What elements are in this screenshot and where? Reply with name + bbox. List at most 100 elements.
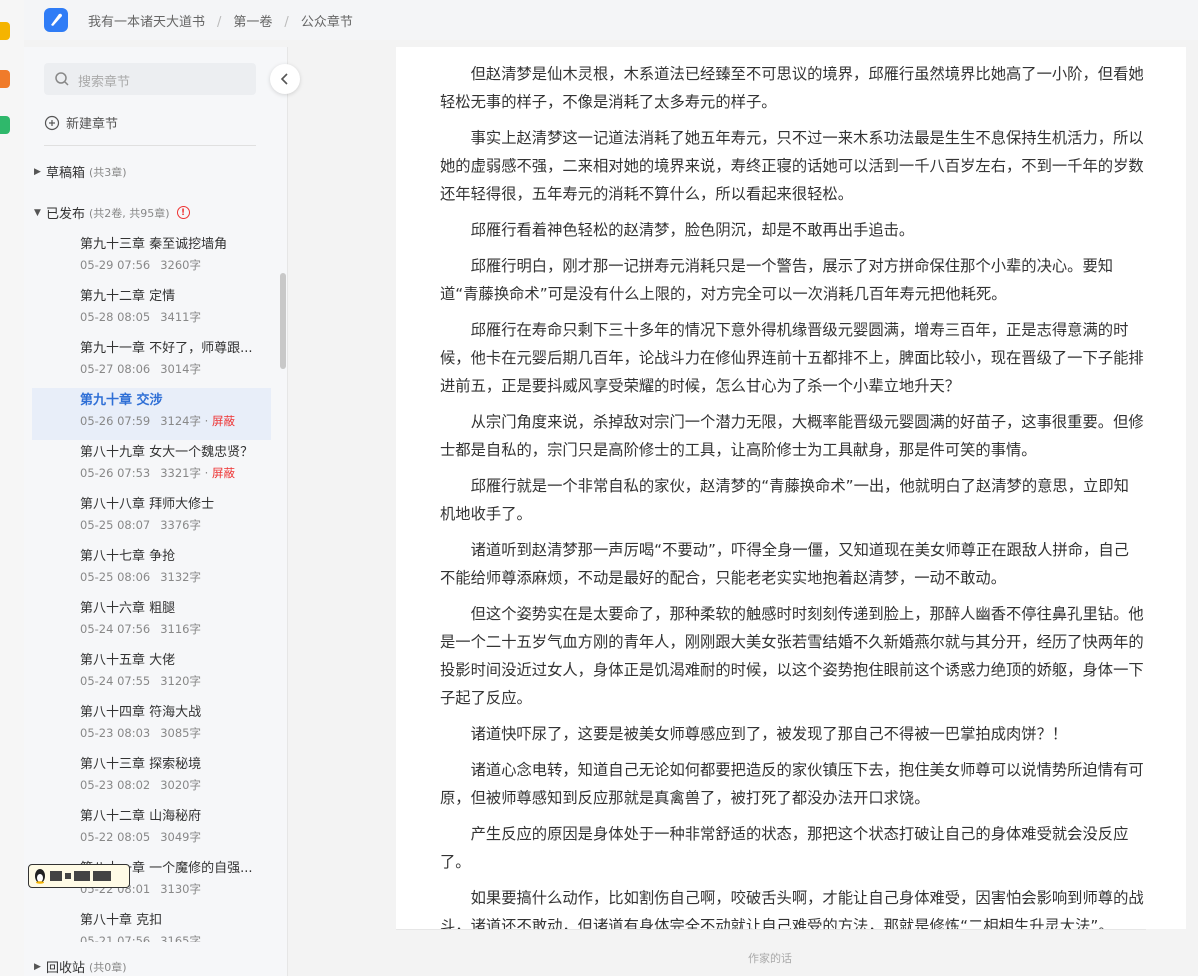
chapter-item-active[interactable]: 第九十章 交涉 05-26 07:59 3124字 · 屏蔽 (32, 388, 271, 440)
top-bar: 我有一本诸天大道书 / 第一卷 / 公众章节 (24, 0, 1198, 40)
chapter-words: 3130字 (160, 882, 201, 896)
star-app-icon[interactable] (0, 22, 10, 40)
chapter-time: 05-29 07:56 (80, 258, 151, 272)
breadcrumb-volume[interactable]: 第一卷 (233, 15, 272, 30)
chapter-sidebar: 搜索章节 新建章节 ▶ 草稿箱 (共3章) ▼ 已发布 (共2卷, 共95章) … (24, 47, 288, 976)
content-paragraph: 邱雁行明白，刚才那一记拼寿元消耗只是一个警告，展示了对方拼命保住那个小辈的决心。… (440, 257, 1114, 303)
chapter-title: 第八十三章 探索秘境 (80, 757, 202, 772)
chapter-time: 05-25 08:07 (80, 518, 151, 532)
content-paragraph: 诸道快吓尿了，这要是被美女师尊感应到了，被发现了那自己不得被一巴掌拍成肉饼？！ (470, 725, 1068, 743)
chapter-meta: 05-24 07:55 3120字 (80, 672, 271, 690)
search-input[interactable]: 搜索章节 (44, 63, 256, 95)
chapter-item[interactable]: 第八十二章 山海秘府 05-22 08:05 3049字 (32, 804, 271, 856)
widget-bar-icon (93, 871, 111, 881)
chapter-words: 3014字 (160, 362, 201, 376)
content-paragraph: 诸道心念电转，知道自己无论如何都要把造反的家伙镇压下去，抱住美女师尊可以说情势所… (440, 761, 1144, 807)
sidebar-scrollbar[interactable] (280, 273, 286, 369)
chapter-title: 第九十三章 秦至诚挖墙角 (80, 237, 228, 252)
penguin-icon (35, 869, 45, 884)
editor-area: 但赵清梦是仙木灵根，木系道法已经臻至不可思议的境界，邱雁行虽然境界比她高了一小阶… (288, 47, 1198, 976)
published-group[interactable]: ▼ 已发布 (共2卷, 共95章) ! (34, 203, 190, 222)
chapter-title: 第九十章 交涉 (80, 393, 163, 408)
trash-group-count: (共0章) (89, 960, 127, 974)
chapter-time: 05-28 08:05 (80, 310, 151, 324)
content-paragraph: 事实上赵清梦这一记道法消耗了她五年寿元，只不过一来木系功法最是生生不息保持生机活… (440, 129, 1144, 203)
chapter-meta: 05-26 07:53 3321字 · 屏蔽 (80, 464, 271, 482)
new-chapter-button[interactable]: 新建章节 (44, 113, 118, 132)
chapter-time: 05-26 07:59 (80, 414, 151, 428)
chapter-words: 3020字 (160, 778, 201, 792)
floating-widget[interactable] (28, 864, 130, 888)
chapter-item[interactable]: 第八十五章 大佬 05-24 07:55 3120字 (32, 648, 271, 700)
chapter-words: 3260字 (160, 258, 201, 272)
chapter-time: 05-21 07:56 (80, 934, 151, 942)
breadcrumb-section[interactable]: 公众章节 (301, 15, 353, 30)
trash-group[interactable]: ▶ 回收站 (共0章) (34, 957, 127, 976)
chapter-item[interactable]: 第八十章 克扣 05-21 07:56 3165字 (32, 908, 271, 942)
weibo-app-icon[interactable] (0, 70, 10, 88)
content-paragraph: 但赵清梦是仙木灵根，木系道法已经臻至不可思议的境界，邱雁行虽然境界比她高了一小阶… (440, 65, 1144, 111)
chapter-meta: 05-22 08:05 3049字 (80, 828, 271, 846)
chapter-item[interactable]: 第八十四章 符海大战 05-23 08:03 3085字 (32, 700, 271, 752)
chapter-item[interactable]: 第九十三章 秦至诚挖墙角 05-29 07:56 3260字 (32, 232, 271, 284)
content-paragraph: 从宗门角度来说，杀掉敌对宗门一个潜力无限，大概率能晋级元婴圆满的好苗子，这事很重… (440, 413, 1144, 459)
chapter-meta: 05-21 07:56 3165字 (80, 932, 271, 942)
chapter-item[interactable]: 第九十一章 不好了，师尊跟... 05-27 08:06 3014字 (32, 336, 271, 388)
author-note-label[interactable]: 作家的话 (748, 950, 792, 966)
chapter-time: 05-27 08:06 (80, 362, 151, 376)
chapter-time: 05-26 07:53 (80, 466, 151, 480)
draft-group[interactable]: ▶ 草稿箱 (共3章) (34, 162, 127, 182)
chapter-words: 3120字 (160, 674, 201, 688)
chapter-meta: 05-25 08:06 3132字 (80, 568, 271, 586)
chapter-title: 第八十八章 拜师大修士 (80, 497, 215, 512)
blocked-badge: 屏蔽 (211, 466, 235, 480)
chapter-meta: 05-23 08:03 3085字 (80, 724, 271, 742)
chapter-title: 第八十九章 女大一个魏忠贤？ (80, 445, 254, 460)
chapter-words: 3124字 · (160, 414, 212, 428)
content-paragraph: 邱雁行在寿命只剩下三十多年的情况下意外得机缘晋级元婴圆满，增寿三百年，正是志得意… (440, 321, 1144, 395)
breadcrumb: 我有一本诸天大道书 / 第一卷 / 公众章节 (88, 11, 353, 30)
breadcrumb-book[interactable]: 我有一本诸天大道书 (88, 15, 205, 30)
chapter-item[interactable]: 第八十三章 探索秘境 05-23 08:02 3020字 (32, 752, 271, 804)
caret-right-icon: ▶ (34, 961, 41, 972)
draft-group-count: (共3章) (89, 165, 127, 179)
published-group-count: (共2卷, 共95章) (89, 206, 170, 220)
chapter-title: 第八十二章 山海秘府 (80, 809, 202, 824)
published-group-label: 已发布 (46, 207, 86, 222)
chevron-left-icon (280, 73, 288, 85)
chapter-title: 第八十七章 争抢 (80, 549, 176, 564)
chapter-item[interactable]: 第八十八章 拜师大修士 05-25 08:07 3376字 (32, 492, 271, 544)
app-side-strip (0, 0, 24, 976)
warning-icon[interactable]: ! (176, 206, 190, 219)
chapter-words: 3085字 (160, 726, 201, 740)
chapter-time: 05-24 07:55 (80, 674, 151, 688)
blocked-badge: 屏蔽 (211, 414, 235, 428)
chapter-content[interactable]: 但赵清梦是仙木灵根，木系道法已经臻至不可思议的境界，邱雁行虽然境界比她高了一小阶… (396, 47, 1186, 929)
chapter-title: 第九十二章 定情 (80, 289, 176, 304)
chapter-item[interactable]: 第八十七章 争抢 05-25 08:06 3132字 (32, 544, 271, 596)
draft-group-label: 草稿箱 (46, 166, 86, 181)
breadcrumb-separator: / (284, 15, 289, 30)
chapter-title: 第九十一章 不好了，师尊跟... (80, 341, 253, 356)
search-placeholder: 搜索章节 (78, 75, 131, 90)
content-paragraph: 如果要搞什么动作，比如割伤自己啊，咬破舌头啊，才能让自己身体难受，因害怕会影响到… (440, 889, 1144, 929)
plus-circle-icon (44, 115, 60, 130)
chapter-time: 05-25 08:06 (80, 570, 151, 584)
chapter-meta: 05-23 08:02 3020字 (80, 776, 271, 794)
chapter-meta: 05-29 07:56 3260字 (80, 256, 271, 274)
chapter-item[interactable]: 第八十六章 粗腿 05-24 07:56 3116字 (32, 596, 271, 648)
app-logo-icon[interactable] (44, 8, 68, 32)
collapse-sidebar-button[interactable] (270, 64, 300, 94)
divider (44, 145, 256, 146)
chapter-meta: 05-28 08:05 3411字 (80, 308, 271, 326)
widget-bar-icon (65, 873, 71, 879)
content-paragraph: 邱雁行看着神色轻松的赵清梦，脸色阴沉，却是不敢再出手追击。 (470, 221, 915, 239)
chapter-time: 05-23 08:02 (80, 778, 151, 792)
chat-app-icon[interactable] (0, 116, 10, 134)
chapter-item[interactable]: 第九十二章 定情 05-28 08:05 3411字 (32, 284, 271, 336)
chapter-words: 3321字 · (160, 466, 212, 480)
chapter-title: 第八十章 克扣 (80, 913, 163, 928)
chapter-item[interactable]: 第八十九章 女大一个魏忠贤？ 05-26 07:53 3321字 · 屏蔽 (32, 440, 271, 492)
chapter-time: 05-22 08:05 (80, 830, 151, 844)
trash-group-label: 回收站 (46, 961, 86, 976)
